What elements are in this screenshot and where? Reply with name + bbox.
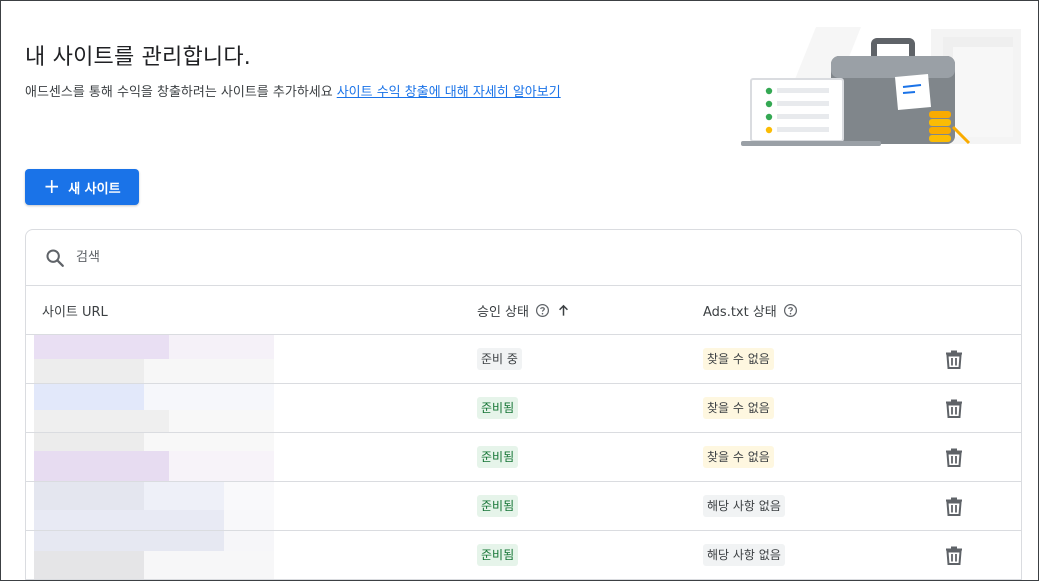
- search-input[interactable]: [76, 250, 476, 265]
- column-header-url[interactable]: 사이트 URL: [42, 286, 108, 335]
- table-row[interactable]: 준비됨 해당 사항 없음: [26, 482, 1021, 531]
- learn-more-link[interactable]: 사이트 수익 창출에 대해 자세히 알아보기: [337, 85, 561, 100]
- site-url-redacted: [34, 482, 274, 530]
- trash-icon[interactable]: [942, 494, 966, 518]
- table-row[interactable]: 준비됨 해당 사항 없음: [26, 531, 1021, 580]
- adstxt-status-badge: 찾을 수 없음: [703, 446, 774, 468]
- approval-status-badge: 준비됨: [477, 397, 519, 419]
- arrow-up-icon[interactable]: [556, 303, 571, 318]
- search-icon[interactable]: [44, 247, 66, 269]
- column-label-url: 사이트 URL: [42, 305, 108, 320]
- trash-icon[interactable]: [942, 396, 966, 420]
- plus-icon: +: [43, 174, 61, 198]
- page-title: 내 사이트를 관리합니다.: [25, 45, 251, 70]
- site-url-redacted: [34, 335, 274, 383]
- subtitle-text: 애드센스를 통해 수익을 창출하려는 사이트를 추가하세요: [25, 85, 333, 100]
- page-subtitle: 애드센스를 통해 수익을 창출하려는 사이트를 추가하세요 사이트 수익 창출에 …: [25, 81, 561, 100]
- site-url-redacted: [34, 531, 274, 579]
- trash-icon[interactable]: [942, 347, 966, 371]
- adstxt-status-badge: 해당 사항 없음: [703, 495, 785, 517]
- site-url-redacted: [34, 384, 274, 432]
- table-row[interactable]: 준비됨 찾을 수 없음: [26, 433, 1021, 482]
- approval-status-badge: 준비됨: [477, 544, 519, 566]
- help-icon[interactable]: [783, 303, 798, 318]
- briefcase-illustration: [741, 27, 1021, 146]
- approval-status-badge: 준비됨: [477, 446, 519, 468]
- adstxt-status-badge: 찾을 수 없음: [703, 397, 774, 419]
- column-header-adstxt[interactable]: Ads.txt 상태: [703, 286, 798, 335]
- column-label-approval: 승인 상태: [477, 305, 529, 320]
- new-site-button[interactable]: + 새 사이트: [25, 169, 139, 205]
- adstxt-status-badge: 찾을 수 없음: [703, 348, 774, 370]
- help-icon[interactable]: [535, 303, 550, 318]
- approval-status-badge: 준비됨: [477, 495, 519, 517]
- approval-status-badge: 준비 중: [477, 348, 522, 370]
- search-bar: [26, 230, 1021, 286]
- trash-icon[interactable]: [942, 543, 966, 567]
- table-row[interactable]: 준비 중 찾을 수 없음: [26, 335, 1021, 384]
- sites-table-card: 사이트 URL 승인 상태 Ads.txt 상태: [25, 229, 1022, 580]
- column-label-adstxt: Ads.txt 상태: [703, 305, 777, 320]
- new-site-label: 새 사이트: [68, 181, 121, 197]
- trash-icon[interactable]: [942, 445, 966, 469]
- site-url-redacted: [34, 433, 274, 481]
- table-row[interactable]: 준비됨 찾을 수 없음: [26, 384, 1021, 433]
- app-frame: 내 사이트를 관리합니다. 애드센스를 통해 수익을 창출하려는 사이트를 추가…: [0, 0, 1039, 581]
- column-header-approval[interactable]: 승인 상태: [477, 286, 571, 335]
- adstxt-status-badge: 해당 사항 없음: [703, 544, 785, 566]
- table-header: 사이트 URL 승인 상태 Ads.txt 상태: [26, 286, 1021, 335]
